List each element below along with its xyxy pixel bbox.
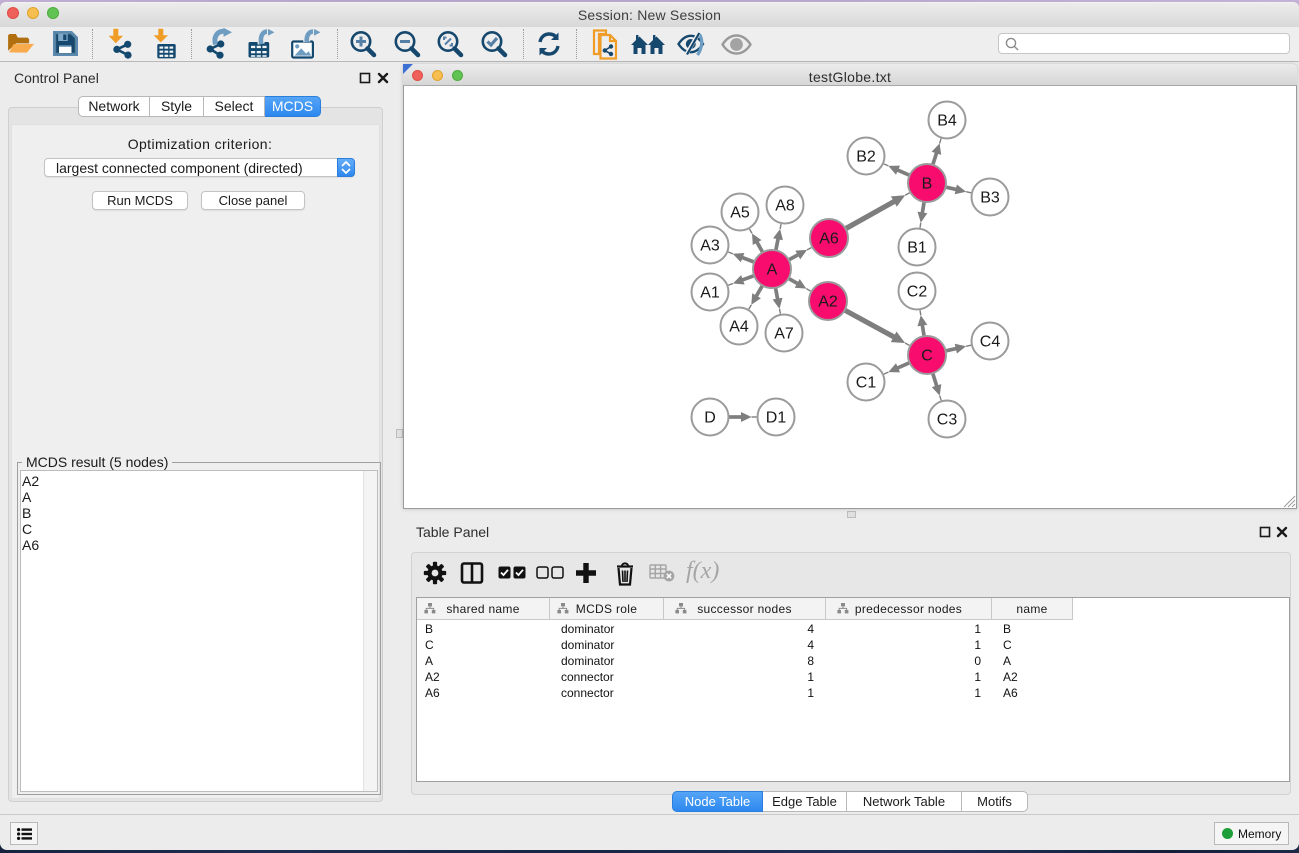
svg-text:B4: B4: [937, 113, 957, 130]
svg-text:A4: A4: [729, 319, 749, 336]
svg-text:A5: A5: [730, 205, 750, 222]
svg-text:D: D: [704, 410, 716, 427]
svg-text:C2: C2: [907, 284, 928, 301]
svg-text:A3: A3: [700, 238, 720, 255]
svg-text:B2: B2: [856, 149, 876, 166]
svg-text:D1: D1: [766, 410, 787, 427]
svg-text:C3: C3: [937, 412, 958, 429]
svg-text:C1: C1: [856, 375, 877, 392]
svg-text:A2: A2: [818, 294, 838, 311]
svg-text:A6: A6: [819, 231, 839, 248]
svg-text:B: B: [922, 176, 933, 193]
svg-text:B1: B1: [907, 240, 927, 257]
svg-text:C4: C4: [980, 334, 1001, 351]
svg-text:A: A: [767, 262, 778, 279]
svg-text:B3: B3: [980, 190, 1000, 207]
svg-text:C: C: [921, 348, 933, 365]
svg-text:A8: A8: [775, 198, 795, 215]
svg-text:A7: A7: [774, 326, 794, 343]
svg-text:A1: A1: [700, 285, 720, 302]
